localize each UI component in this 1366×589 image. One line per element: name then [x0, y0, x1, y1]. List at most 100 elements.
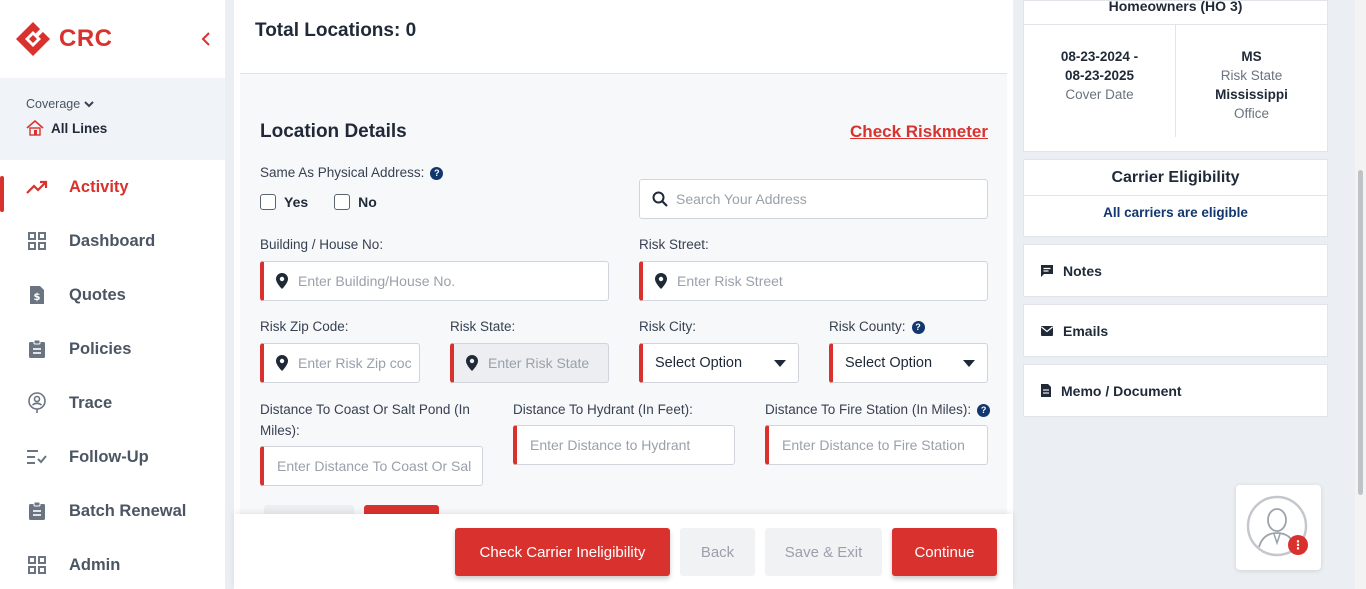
- logo-text: CRC: [59, 25, 113, 52]
- coast-distance-placeholder: Enter Distance To Coast Or Sal: [277, 458, 472, 474]
- coverage-value: All Lines: [26, 120, 225, 136]
- county-select-value: Select Option: [845, 355, 933, 371]
- state-placeholder: Enter Risk State: [488, 355, 590, 371]
- sidebar-item-policies[interactable]: Policies: [0, 322, 225, 376]
- same-as-physical-label: Same As Physical Address:?: [260, 162, 444, 183]
- email-icon: [1041, 325, 1053, 336]
- policy-summary-card: Homeowners (HO 3) 08-23-2024 - 08-23-202…: [1023, 0, 1328, 152]
- notes-icon: [1041, 264, 1053, 277]
- search-icon: [652, 191, 668, 207]
- search-placeholder: Search Your Address: [676, 191, 807, 207]
- coverage-label: Coverage: [26, 97, 225, 111]
- sidebar-item-label: Batch Renewal: [69, 501, 187, 520]
- notes-label: Notes: [1063, 262, 1102, 279]
- memo-document-panel[interactable]: Memo / Document: [1023, 364, 1328, 417]
- sidebar-item-label: Admin: [69, 555, 121, 574]
- caret-down-icon: [774, 359, 786, 367]
- yes-label: Yes: [284, 194, 309, 210]
- svg-text:$: $: [34, 292, 41, 303]
- more-options-badge-icon[interactable]: ⋮: [1288, 535, 1308, 555]
- policy-details: 08-23-2024 - 08-23-2025 Cover Date MS Ri…: [1024, 25, 1327, 137]
- continue-button[interactable]: Continue: [892, 528, 997, 576]
- cover-date-label: Cover Date: [1065, 87, 1134, 102]
- fire-station-label: Distance To Fire Station (In Miles):?: [765, 399, 991, 420]
- risk-street-placeholder: Enter Risk Street: [677, 273, 783, 289]
- sidebar-item-follow-up[interactable]: Follow-Up: [0, 430, 225, 484]
- sidebar-item-admin[interactable]: Admin: [0, 538, 225, 589]
- city-select[interactable]: Select Option: [639, 343, 799, 383]
- sidebar-item-dashboard[interactable]: Dashboard: [0, 214, 225, 268]
- risk-street-label: Risk Street:: [639, 237, 709, 252]
- sidebar-nav: Activity Dashboard $ Quotes Policies Tra…: [0, 160, 225, 589]
- hydrant-distance-placeholder: Enter Distance to Hydrant: [530, 437, 691, 453]
- risk-state-label: Risk State: [1220, 68, 1283, 83]
- coverage-label-text: Coverage: [26, 97, 81, 111]
- location-user-icon: [26, 392, 48, 414]
- fire-station-input[interactable]: Enter Distance to Fire Station: [765, 425, 988, 465]
- section-title: Location Details: [260, 121, 407, 142]
- state-office-column: MS Risk State Mississippi Office: [1176, 25, 1327, 137]
- help-icon[interactable]: ?: [430, 167, 444, 180]
- risk-state-code: MS: [1241, 49, 1262, 64]
- yes-checkbox[interactable]: [260, 194, 276, 210]
- carrier-eligibility-card: Carrier Eligibility All carriers are eli…: [1023, 159, 1328, 237]
- coast-distance-input[interactable]: Enter Distance To Coast Or Sal: [260, 446, 483, 486]
- state-label: Risk State:: [450, 319, 516, 334]
- sidebar-item-quotes[interactable]: $ Quotes: [0, 268, 225, 322]
- zip-placeholder: Enter Risk Zip coc: [298, 355, 412, 371]
- sidebar-item-trace[interactable]: Trace: [0, 376, 225, 430]
- sidebar-item-label: Trace: [69, 393, 113, 412]
- fire-station-label-text: Distance To Fire Station (In Miles):: [765, 402, 972, 417]
- coverage-value-text: All Lines: [51, 120, 108, 136]
- help-icon[interactable]: ?: [977, 404, 991, 417]
- building-label: Building / House No:: [260, 237, 384, 252]
- map-pin-icon: [276, 273, 288, 289]
- risk-street-input[interactable]: Enter Risk Street: [639, 261, 988, 301]
- emails-label: Emails: [1063, 322, 1109, 339]
- zip-input[interactable]: Enter Risk Zip coc: [260, 343, 420, 383]
- eligibility-status: All carriers are eligible: [1103, 205, 1248, 220]
- state-input: Enter Risk State: [450, 343, 609, 383]
- office-name: Mississippi: [1215, 87, 1288, 102]
- memo-label: Memo / Document: [1061, 382, 1182, 399]
- map-pin-icon: [276, 355, 288, 371]
- chevron-down-icon: [84, 101, 94, 108]
- location-details-section: Location Details Check Riskmeter Same As…: [240, 74, 1007, 514]
- clipboard-icon: [26, 500, 48, 522]
- back-button[interactable]: Back: [680, 528, 755, 576]
- crc-logo-icon: [16, 22, 50, 56]
- sidebar-item-activity[interactable]: Activity: [0, 160, 225, 214]
- coverage-selector[interactable]: Coverage All Lines: [0, 78, 225, 160]
- county-label-text: Risk County:: [829, 319, 906, 334]
- same-as-physical-options: Yes No: [260, 194, 395, 210]
- hydrant-distance-label: Distance To Hydrant (In Feet):: [513, 402, 693, 417]
- sidebar: CRC Coverage All Lines Activity Dashboar…: [0, 0, 225, 589]
- sidebar-item-batch-renewal[interactable]: Batch Renewal: [0, 484, 225, 538]
- activity-trend-icon: [26, 176, 48, 198]
- sidebar-item-label: Follow-Up: [69, 447, 149, 466]
- address-search-input[interactable]: Search Your Address: [639, 179, 988, 219]
- county-select[interactable]: Select Option: [829, 343, 988, 383]
- hydrant-distance-input[interactable]: Enter Distance to Hydrant: [513, 425, 735, 465]
- cover-date-end: 08-23-2025: [1064, 68, 1135, 83]
- no-checkbox[interactable]: [334, 194, 351, 210]
- scrollbar-thumb[interactable]: [1358, 170, 1363, 495]
- eligibility-title: Carrier Eligibility: [1024, 160, 1327, 196]
- collapse-sidebar-chevron-icon[interactable]: [201, 30, 211, 51]
- emails-panel[interactable]: Emails: [1023, 304, 1328, 357]
- document-icon: [1041, 384, 1051, 397]
- help-icon[interactable]: ?: [911, 321, 925, 334]
- save-exit-button[interactable]: Save & Exit: [765, 528, 882, 576]
- check-riskmeter-link[interactable]: Check Riskmeter: [850, 122, 988, 142]
- support-avatar-button[interactable]: ⋮: [1236, 485, 1321, 570]
- sidebar-item-label: Quotes: [69, 285, 126, 304]
- notes-panel[interactable]: Notes: [1023, 244, 1328, 297]
- city-label: Risk City:: [639, 319, 696, 334]
- office-label: Office: [1233, 106, 1269, 121]
- sidebar-item-label: Activity: [69, 177, 129, 196]
- building-input[interactable]: Enter Building/House No.: [260, 261, 609, 301]
- grid-icon: [26, 554, 48, 576]
- check-carrier-ineligibility-button[interactable]: Check Carrier Ineligibility: [455, 528, 670, 576]
- home-icon: [26, 120, 44, 136]
- sidebar-item-label: Policies: [69, 339, 132, 358]
